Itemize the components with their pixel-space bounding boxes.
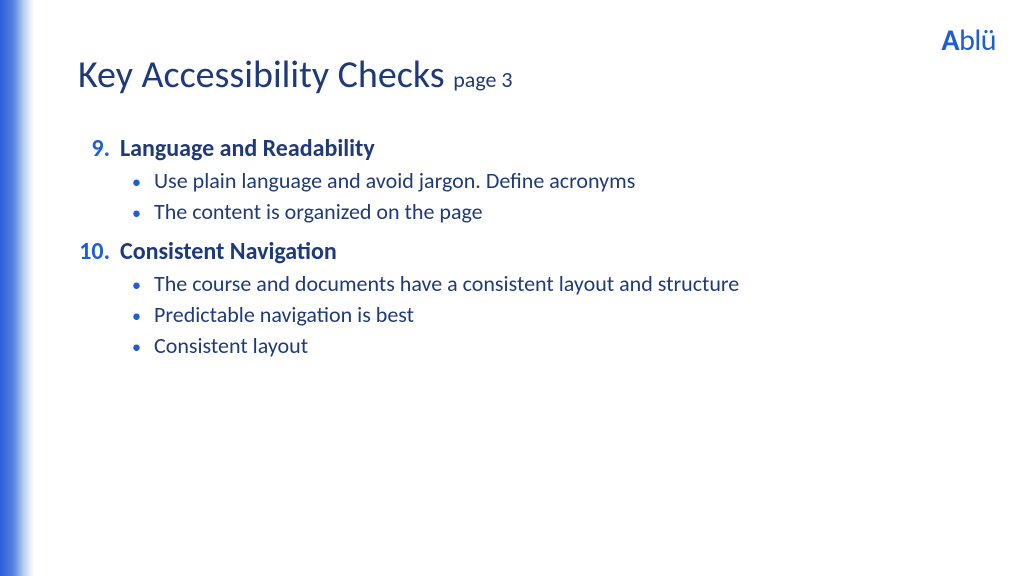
- title-main: Key Accessibility Checks: [78, 52, 445, 98]
- sub-list: • Use plain language and avoid jargon. D…: [132, 167, 984, 225]
- item-number: 9.: [78, 134, 120, 163]
- checks-list: 9. Language and Readability • Use plain …: [78, 134, 984, 359]
- sub-item: • The content is organized on the page: [132, 198, 984, 225]
- sub-text: Use plain language and avoid jargon. Def…: [154, 167, 635, 194]
- bullet-icon: •: [132, 171, 154, 193]
- bullet-icon: •: [132, 305, 154, 327]
- sub-text: Predictable navigation is best: [154, 301, 414, 328]
- sub-item: • The course and documents have a consis…: [132, 270, 984, 297]
- sub-text: The content is organized on the page: [154, 198, 483, 225]
- title-sub: page 3: [453, 66, 512, 93]
- bullet-icon: •: [132, 202, 154, 224]
- list-item: 9. Language and Readability • Use plain …: [78, 134, 984, 225]
- item-number: 10.: [78, 237, 120, 266]
- bullet-icon: •: [132, 336, 154, 358]
- slide-content: Key Accessibility Checks page 3 9. Langu…: [78, 52, 984, 371]
- sub-item: • Consistent layout: [132, 332, 984, 359]
- left-gradient-decoration: [0, 0, 34, 576]
- list-item: 10. Consistent Navigation • The course a…: [78, 237, 984, 359]
- sub-item: • Predictable navigation is best: [132, 301, 984, 328]
- sub-text: Consistent layout: [154, 332, 308, 359]
- bullet-icon: •: [132, 274, 154, 296]
- sub-list: • The course and documents have a consis…: [132, 270, 984, 359]
- item-title: Consistent Navigation: [120, 237, 337, 266]
- sub-item: • Use plain language and avoid jargon. D…: [132, 167, 984, 194]
- sub-text: The course and documents have a consiste…: [154, 270, 739, 297]
- item-title: Language and Readability: [120, 134, 375, 163]
- page-title: Key Accessibility Checks page 3: [78, 52, 984, 98]
